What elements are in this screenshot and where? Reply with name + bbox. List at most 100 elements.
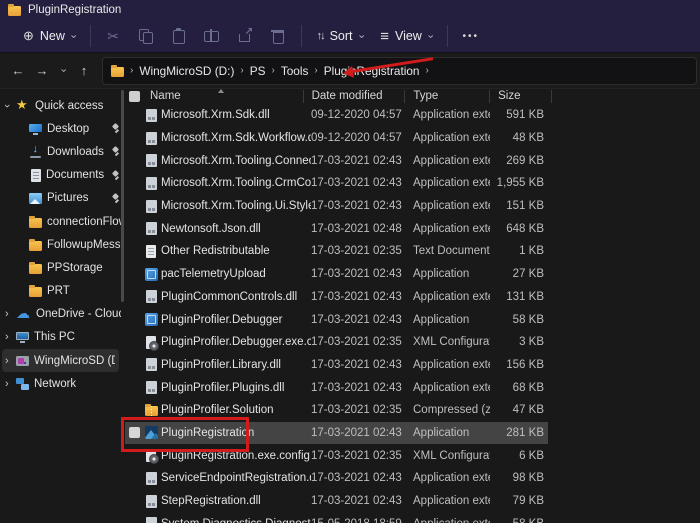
ellipsis-icon: ••• [462, 30, 480, 42]
sidebar-item[interactable]: Pictures [0, 187, 125, 210]
window-title: PluginRegistration [28, 4, 122, 16]
chevron-down-icon: › [354, 34, 367, 38]
breadcrumb-label[interactable]: WingMicroSD (D:) [139, 64, 234, 78]
delete-button[interactable] [262, 23, 295, 49]
file-type: Application extens... [413, 518, 490, 523]
file-row[interactable]: ServiceEndpointRegistration.dll 17-03-20… [125, 467, 548, 490]
app-icon [144, 313, 158, 327]
column-header-size[interactable]: Size [489, 89, 547, 103]
file-row[interactable]: Microsoft.Xrm.Tooling.Ui.Styles.dll 17-0… [125, 195, 548, 218]
titlebar[interactable]: PluginRegistration [0, 0, 700, 20]
sidebar-item[interactable]: This PC [0, 326, 125, 349]
breadcrumb-label[interactable]: PluginRegistration [324, 64, 420, 78]
expand-chevron-icon[interactable] [5, 355, 16, 367]
breadcrumb-label[interactable]: PS [250, 64, 266, 78]
file-name: System.Diagnostics.DiagnosticSource.dll [161, 518, 311, 523]
column-header-name[interactable]: Name [150, 90, 303, 103]
file-type: Application extens... [413, 109, 490, 122]
file-size: 68 KB [512, 381, 544, 394]
sidebar-item[interactable]: OneDrive - CloudFro [0, 303, 125, 326]
file-row[interactable]: PluginRegistration.exe.config 17-03-2021… [125, 444, 548, 467]
column-separator [551, 89, 553, 103]
pin-icon [111, 193, 121, 204]
sidebar-item[interactable]: Documents [0, 164, 125, 187]
column-header-date-modified[interactable]: Date modified [302, 89, 405, 103]
breadcrumb-segment[interactable]: › Tools [265, 64, 308, 78]
rename-button[interactable] [196, 23, 229, 49]
recent-locations-button[interactable]: › [54, 59, 72, 83]
pin-icon [111, 170, 121, 181]
expand-chevron-icon[interactable] [5, 308, 16, 320]
file-name: StepRegistration.dll [161, 495, 261, 508]
expand-chevron-icon[interactable] [5, 100, 16, 112]
view-button[interactable]: ≡ View › [371, 23, 440, 49]
toolbar-separator [300, 25, 302, 47]
file-size: 6 KB [519, 449, 544, 462]
breadcrumb-label[interactable]: Tools [281, 64, 309, 78]
sidebar-item[interactable]: PRT [0, 280, 125, 303]
back-button[interactable]: ← [6, 59, 30, 83]
file-rows: Microsoft.Xrm.Sdk.dll 09-12-2020 04:57 A… [125, 104, 548, 523]
file-row[interactable]: PluginProfiler.Debugger 17-03-2021 02:43… [125, 308, 548, 331]
file-date-modified: 09-12-2020 04:57 [311, 132, 402, 145]
file-date-modified: 17-03-2021 02:43 [311, 200, 402, 213]
file-date-modified: 17-03-2021 02:43 [311, 313, 402, 326]
file-row[interactable]: Other Redistributable 17-03-2021 02:35 T… [125, 240, 548, 263]
file-date-modified: 17-03-2021 02:35 [311, 336, 402, 349]
share-button[interactable] [229, 23, 262, 49]
sidebar-item[interactable]: Downloads [0, 140, 125, 163]
desktop-icon [29, 123, 42, 135]
breadcrumb-segment[interactable]: › PS [234, 64, 265, 78]
sidebar-item[interactable]: Desktop [0, 117, 125, 140]
select-all-checkbox[interactable] [129, 90, 140, 102]
folder-icon [29, 285, 42, 298]
file-row[interactable]: PluginCommonControls.dll 17-03-2021 02:4… [125, 286, 548, 309]
file-row[interactable]: Microsoft.Xrm.Tooling.Connector.dll 17-0… [125, 149, 548, 172]
dll-icon [145, 154, 157, 168]
folder-icon [29, 238, 42, 251]
file-row[interactable]: PluginProfiler.Debugger.exe.config 17-03… [125, 331, 548, 354]
new-button[interactable]: ⊕ New › [14, 23, 84, 49]
file-row[interactable]: Microsoft.Xrm.Sdk.Workflow.dll 09-12-202… [125, 127, 548, 150]
breadcrumb[interactable]: › WingMicroSD (D:) › PS › Tools › Plugin… [102, 56, 697, 85]
file-row[interactable]: PluginProfiler.Library.dll 17-03-2021 02… [125, 354, 548, 377]
sidebar-item[interactable]: Quick access [0, 94, 125, 117]
breadcrumb-segment[interactable]: › PluginRegistration [308, 64, 419, 78]
file-row[interactable]: pacTelemetryUpload 17-03-2021 02:43 Appl… [125, 263, 548, 286]
breadcrumb-segment[interactable]: › WingMicroSD (D:) [124, 64, 234, 78]
address-bar: ← → › ↑ › WingMicroSD (D:) › PS › Tools … [0, 53, 700, 89]
file-row[interactable]: Newtonsoft.Json.dll 17-03-2021 02:48 App… [125, 217, 548, 240]
sidebar-item[interactable]: WingMicroSD (D:) [2, 349, 119, 373]
file-type: Application extens... [413, 358, 490, 371]
file-row[interactable]: System.Diagnostics.DiagnosticSource.dll … [125, 512, 548, 523]
file-date-modified: 17-03-2021 02:43 [311, 426, 402, 439]
column-header-type[interactable]: Type [404, 89, 489, 103]
expand-chevron-icon[interactable] [5, 331, 16, 343]
up-button[interactable]: ↑ [72, 59, 96, 83]
file-row[interactable]: PluginProfiler.Solution 17-03-2021 02:35… [125, 399, 548, 422]
breadcrumb-trailing-chevron-icon[interactable]: › [419, 65, 434, 76]
sidebar-scrollbar[interactable] [121, 90, 124, 302]
folder-icon [8, 4, 21, 16]
file-row[interactable]: Microsoft.Xrm.Sdk.dll 09-12-2020 04:57 A… [125, 104, 548, 127]
file-row[interactable]: PluginProfiler.Plugins.dll 17-03-2021 02… [125, 376, 548, 399]
file-row[interactable]: Microsoft.Xrm.Tooling.CrmConnectCo... 17… [125, 172, 548, 195]
more-options-button[interactable]: ••• [454, 23, 489, 49]
copy-button[interactable] [130, 23, 163, 49]
sidebar-item-label: Documents [46, 169, 105, 182]
sidebar-item[interactable]: PPStorage [0, 256, 125, 279]
expand-chevron-icon[interactable] [5, 378, 16, 390]
paste-button[interactable] [163, 23, 196, 49]
file-row[interactable]: PluginRegistration 17-03-2021 02:43 Appl… [125, 421, 548, 445]
sidebar-item[interactable]: connectionFlow [0, 210, 125, 233]
forward-button[interactable]: → [30, 59, 54, 83]
share-icon [237, 26, 253, 44]
file-size: 27 KB [512, 268, 544, 281]
pin-icon [111, 123, 121, 134]
sidebar-item[interactable]: FollowupMessage [0, 233, 125, 256]
row-checkbox[interactable] [129, 427, 140, 439]
file-row[interactable]: StepRegistration.dll 17-03-2021 02:43 Ap… [125, 490, 548, 513]
sidebar-item[interactable]: Network [0, 372, 125, 395]
cut-button[interactable]: ✂ [97, 23, 130, 49]
sort-button[interactable]: ↑↓ Sort › [308, 23, 372, 49]
